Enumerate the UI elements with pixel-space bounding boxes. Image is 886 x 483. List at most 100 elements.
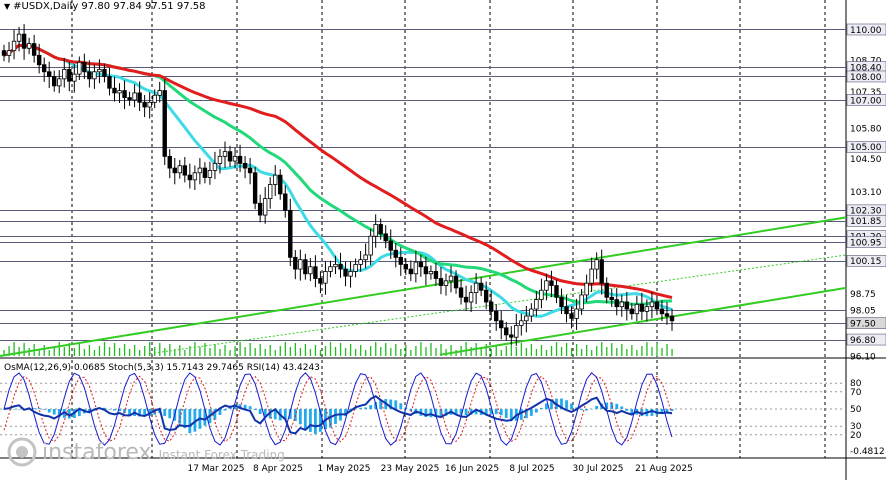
osma-label: OsMA(12,26,9): [4, 363, 72, 373]
osma-bar: [334, 409, 337, 424]
candle-body: [283, 193, 288, 211]
volume-bar: [128, 349, 131, 356]
osma-bar: [52, 409, 56, 415]
volume-bar: [485, 344, 487, 356]
candle-body: [478, 282, 484, 291]
volume-bar: [274, 350, 276, 356]
volume-bar: [535, 349, 538, 356]
osc-tick-label: 50: [850, 405, 862, 415]
volume-bar: [73, 348, 76, 356]
date-tick-label: 16 Jun 2025: [445, 464, 499, 474]
volume-bar: [370, 346, 372, 356]
osma-bar: [585, 409, 589, 411]
volume-bar: [83, 349, 86, 356]
volume-bar: [93, 350, 96, 356]
osma-bar: [625, 409, 629, 411]
volume-bar: [656, 343, 658, 356]
candle-body: [428, 271, 434, 275]
osma-bar: [313, 409, 317, 434]
date-tick-label: 21 Aug 2025: [635, 464, 693, 474]
candle-body: [157, 90, 162, 96]
candle-body: [212, 162, 218, 171]
candle-body: [604, 282, 609, 298]
volume-bar: [671, 349, 673, 356]
candle-body: [308, 266, 313, 275]
candle-body: [41, 64, 47, 73]
date-tick-label: 17 Mar 2025: [187, 464, 244, 474]
candle-body: [453, 275, 459, 289]
volume-bar: [565, 343, 568, 356]
candle-body: [654, 301, 660, 310]
candle-body: [353, 263, 358, 272]
volume-bar: [390, 348, 392, 356]
candle-body: [609, 296, 614, 301]
volume-bar: [23, 343, 25, 356]
volume-bar: [309, 349, 312, 356]
watermark: instaforex Instant Forex Trading: [42, 440, 285, 465]
candle-body: [147, 101, 152, 108]
candle-body: [162, 90, 167, 157]
osma-bar: [580, 409, 583, 411]
candle-body: [192, 172, 198, 181]
candle-body: [458, 287, 464, 298]
candle-body: [182, 165, 188, 176]
volume-bar: [601, 342, 603, 356]
candle-body: [36, 54, 42, 66]
osma-bar: [359, 407, 363, 409]
candle-body: [358, 259, 363, 265]
price-tick-label: 97.50: [850, 319, 876, 329]
candle-body: [222, 151, 228, 157]
volume-bar: [259, 344, 261, 356]
volume-bar: [420, 342, 422, 356]
candle-body: [172, 167, 177, 174]
volume-bar: [139, 350, 141, 356]
candle-body: [1, 50, 7, 56]
candle-body: [398, 256, 403, 265]
volume-bar: [294, 343, 297, 356]
candle-body: [227, 151, 233, 162]
osma-bar: [399, 403, 403, 409]
candle-body: [328, 266, 333, 272]
price-tick-label: 110.00: [850, 26, 882, 36]
date-tick-label: 30 Jul 2025: [573, 464, 624, 474]
triangle-down-icon[interactable]: ▼: [4, 2, 10, 11]
symbol-label: #USDX,Daily: [13, 1, 79, 12]
price-chart[interactable]: 110.00108.70108.40108.00107.35107.00105.…: [0, 0, 886, 480]
candle-body: [11, 40, 17, 52]
candle-body: [273, 174, 278, 185]
date-tick-label: 1 May 2025: [318, 464, 371, 474]
volume-bar: [63, 347, 65, 356]
volume-bar: [144, 346, 146, 356]
candle-body: [579, 294, 584, 310]
osma-value: 0.0685: [73, 363, 106, 373]
osma-bar: [394, 400, 398, 409]
candle-body: [559, 296, 564, 308]
candle-body: [343, 268, 348, 277]
date-tick-label: 8 Jul 2025: [509, 464, 554, 474]
osma-bar: [620, 406, 624, 409]
volume-bar: [349, 344, 352, 356]
osma-bar: [303, 409, 307, 430]
date-tick-label: 23 May 2025: [381, 464, 440, 474]
volume-bar: [279, 346, 281, 356]
stoch-label: Stoch(5,3,3): [108, 363, 164, 373]
volume-bar: [133, 345, 136, 356]
volume-bar: [344, 348, 347, 356]
candle-body: [112, 87, 117, 94]
volume-bar: [194, 342, 196, 356]
candle-body: [31, 43, 37, 56]
volume-bar: [560, 347, 563, 356]
volume-bar: [591, 350, 593, 356]
osma-bar: [17, 409, 21, 410]
candle-body: [16, 33, 22, 42]
candle-body: [87, 71, 92, 80]
candle-body: [102, 69, 107, 77]
price-tick-label: 98.75: [850, 290, 876, 300]
volume-bar: [123, 344, 126, 356]
candle-body: [393, 249, 398, 258]
osma-bar: [529, 409, 533, 416]
volume-bar: [365, 350, 367, 356]
volume-bar: [515, 347, 518, 356]
volume-bar: [575, 344, 578, 356]
candle-body: [514, 325, 519, 338]
